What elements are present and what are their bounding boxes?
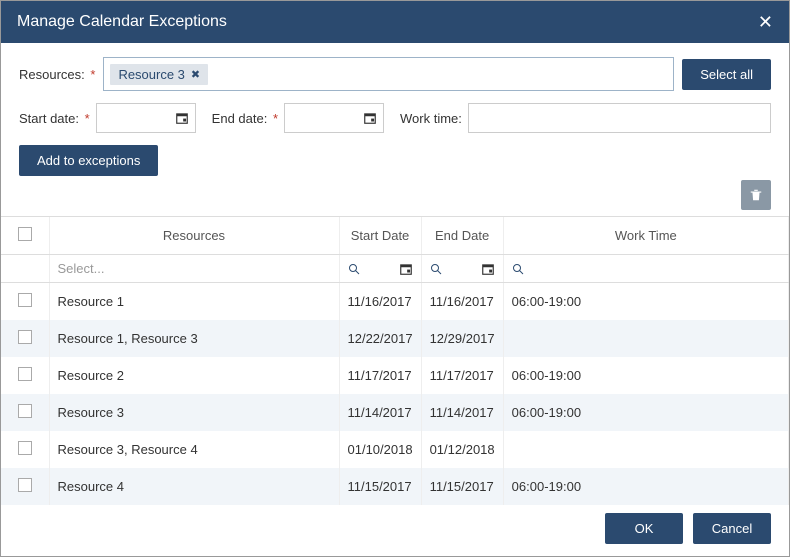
row-checkbox[interactable] xyxy=(18,441,32,455)
calendar-icon[interactable] xyxy=(481,262,495,276)
row-checkbox[interactable] xyxy=(18,478,32,492)
table-row[interactable]: Resource 311/14/201711/14/201706:00-19:0… xyxy=(1,394,789,431)
cell-work xyxy=(503,431,788,468)
row-checkbox[interactable] xyxy=(18,367,32,381)
table-row[interactable]: Resource 111/16/201711/16/201706:00-19:0… xyxy=(1,283,789,321)
resources-label: Resources: * xyxy=(19,67,95,82)
select-all-button[interactable]: Select all xyxy=(682,59,771,90)
filter-row: Select... xyxy=(1,255,789,283)
cell-end: 11/15/2017 xyxy=(421,468,503,505)
cell-resources: Resource 3, Resource 4 xyxy=(49,431,339,468)
end-date-input[interactable] xyxy=(284,103,384,133)
header-checkbox-cell xyxy=(1,217,49,255)
start-date-label: Start date: * xyxy=(19,111,90,126)
column-header-end[interactable]: End Date xyxy=(421,217,503,255)
cell-resources: Resource 4 xyxy=(49,468,339,505)
column-header-resources[interactable]: Resources xyxy=(49,217,339,255)
cell-start: 11/14/2017 xyxy=(339,394,421,431)
column-header-work[interactable]: Work Time xyxy=(503,217,788,255)
calendar-icon[interactable] xyxy=(363,111,377,125)
title-bar: Manage Calendar Exceptions ✕ xyxy=(1,1,789,43)
work-time-filter[interactable] xyxy=(512,263,780,275)
resource-tag-label: Resource 3 xyxy=(118,67,184,82)
cell-end: 11/16/2017 xyxy=(421,283,503,321)
cell-end: 11/14/2017 xyxy=(421,394,503,431)
cell-start: 12/22/2017 xyxy=(339,320,421,357)
table-row[interactable]: Resource 1, Resource 312/22/201712/29/20… xyxy=(1,320,789,357)
cell-resources: Resource 1, Resource 3 xyxy=(49,320,339,357)
trash-icon xyxy=(749,187,763,203)
start-date-filter[interactable] xyxy=(348,262,413,276)
start-date-input[interactable] xyxy=(96,103,196,133)
delete-button[interactable] xyxy=(741,180,771,210)
add-to-exceptions-button[interactable]: Add to exceptions xyxy=(19,145,158,176)
resources-filter[interactable]: Select... xyxy=(58,261,105,276)
end-date-filter[interactable] xyxy=(430,262,495,276)
row-checkbox[interactable] xyxy=(18,330,32,344)
work-time-label: Work time: xyxy=(400,111,462,126)
calendar-icon[interactable] xyxy=(175,111,189,125)
cell-work: 06:00-19:00 xyxy=(503,468,788,505)
select-all-checkbox[interactable] xyxy=(18,227,32,241)
resource-tag[interactable]: Resource 3 ✖ xyxy=(110,64,208,85)
cell-work: 06:00-19:00 xyxy=(503,394,788,431)
exceptions-grid: Resources Start Date End Date Work Time … xyxy=(1,216,789,505)
close-icon[interactable]: ✕ xyxy=(758,12,773,33)
cell-end: 11/17/2017 xyxy=(421,357,503,394)
cell-start: 11/16/2017 xyxy=(339,283,421,321)
cell-work xyxy=(503,320,788,357)
cell-resources: Resource 2 xyxy=(49,357,339,394)
column-header-start[interactable]: Start Date xyxy=(339,217,421,255)
cell-start: 01/10/2018 xyxy=(339,431,421,468)
dialog-title: Manage Calendar Exceptions xyxy=(17,13,227,31)
work-time-input[interactable] xyxy=(468,103,771,133)
cell-work: 06:00-19:00 xyxy=(503,283,788,321)
cell-resources: Resource 3 xyxy=(49,394,339,431)
cancel-button[interactable]: Cancel xyxy=(693,513,771,544)
cell-start: 11/15/2017 xyxy=(339,468,421,505)
cell-resources: Resource 1 xyxy=(49,283,339,321)
end-date-label: End date: * xyxy=(212,111,278,126)
calendar-icon[interactable] xyxy=(399,262,413,276)
search-icon[interactable] xyxy=(430,263,442,275)
ok-button[interactable]: OK xyxy=(605,513,683,544)
cell-work: 06:00-19:00 xyxy=(503,357,788,394)
table-row[interactable]: Resource 411/15/201711/15/201706:00-19:0… xyxy=(1,468,789,505)
search-icon[interactable] xyxy=(512,263,524,275)
remove-tag-icon[interactable]: ✖ xyxy=(191,68,200,81)
cell-start: 11/17/2017 xyxy=(339,357,421,394)
dialog: Manage Calendar Exceptions ✕ Resources: … xyxy=(0,0,790,557)
row-checkbox[interactable] xyxy=(18,404,32,418)
table-row[interactable]: Resource 3, Resource 401/10/201801/12/20… xyxy=(1,431,789,468)
row-checkbox[interactable] xyxy=(18,293,32,307)
table-row[interactable]: Resource 211/17/201711/17/201706:00-19:0… xyxy=(1,357,789,394)
resources-input[interactable]: Resource 3 ✖ xyxy=(103,57,674,91)
search-icon[interactable] xyxy=(348,263,360,275)
cell-end: 12/29/2017 xyxy=(421,320,503,357)
cell-end: 01/12/2018 xyxy=(421,431,503,468)
